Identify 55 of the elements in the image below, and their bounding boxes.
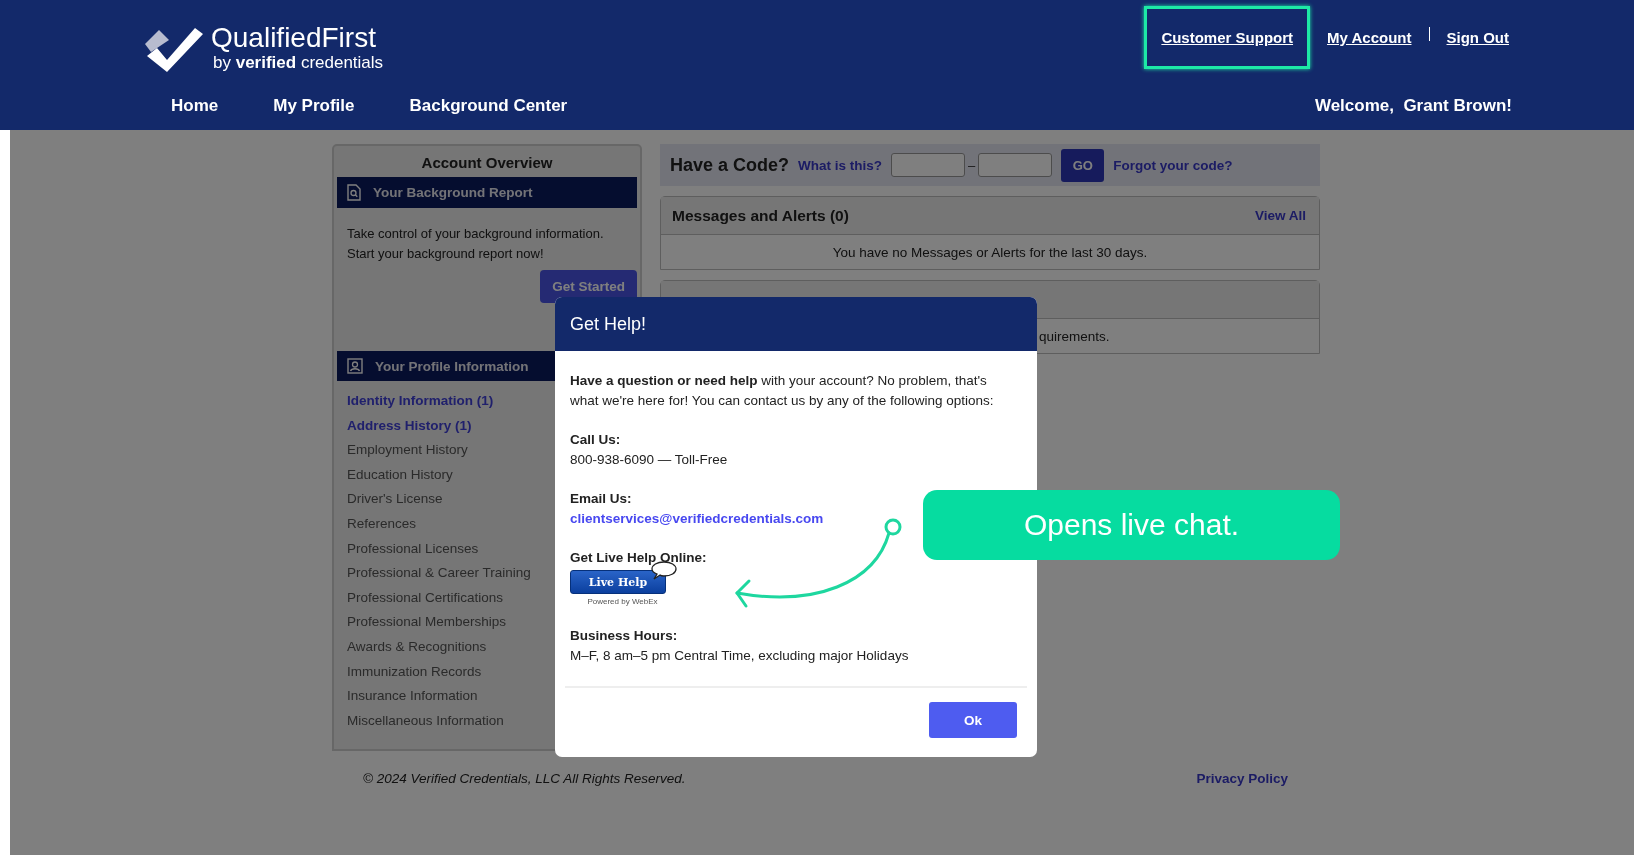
logo-tagline: by verified credentials xyxy=(213,53,384,73)
section-label: Business Hours: xyxy=(570,627,679,645)
code-field[interactable] xyxy=(891,153,966,177)
document-search-icon xyxy=(347,184,361,201)
welcome-text: Welcome, Grant Brown! xyxy=(1314,96,1512,116)
section-label: Email Us: xyxy=(570,490,633,508)
panel-title: Account Overview xyxy=(420,153,554,173)
profile-link[interactable]: Driver's License xyxy=(347,491,443,507)
email-link[interactable]: clientservices@verifiedcredentials.com xyxy=(570,511,824,526)
profile-link[interactable]: Employment History xyxy=(347,442,468,458)
profile-link[interactable]: Professional Certifications xyxy=(347,589,504,605)
profile-link[interactable]: Miscellaneous Information xyxy=(347,712,504,728)
section-title: Your Profile Information xyxy=(375,358,529,374)
powered-by-text: Powered by WebEx xyxy=(586,596,659,607)
card-text: You have no Messages or Alerts for the last 30 days. xyxy=(831,243,1149,262)
live-help-button[interactable]: Live Help xyxy=(570,570,666,594)
help-link[interactable]: What is this? xyxy=(798,157,883,173)
go-button[interactable]: GO xyxy=(1061,148,1105,182)
customer-support-link[interactable]: Customer Support xyxy=(1144,6,1311,69)
forgot-code-link[interactable]: Forgot your code? xyxy=(1113,157,1233,173)
copyright-text: © 2024 Verified Credentials, LLC All Rights Reserved. xyxy=(363,771,686,787)
profile-link[interactable]: Immunization Records xyxy=(347,663,482,679)
card-text: quirements. xyxy=(1039,328,1110,344)
view-all-link[interactable]: View All xyxy=(1254,208,1306,223)
section-title: Your Background Report xyxy=(373,185,533,200)
ok-button[interactable]: Ok xyxy=(929,702,1017,738)
intro-text: Have a question or need help with your account? No problem, that's what we're here for! You can contact us by any of the following options: xyxy=(570,372,995,410)
profile-link[interactable]: Education History xyxy=(347,466,453,482)
profile-link[interactable]: Professional Memberships xyxy=(347,614,507,630)
code-title: Have a Code? xyxy=(670,154,790,176)
dialog-title: Get Help! xyxy=(570,313,647,335)
profile-link[interactable]: Awards & Recognitions xyxy=(347,638,487,654)
section-label: Call Us: xyxy=(570,431,622,449)
profile-link[interactable]: Insurance Information xyxy=(347,688,478,704)
profile-link[interactable]: Address History (1) xyxy=(347,417,472,433)
section-text: M–F, 8 am–5 pm Central Time, excluding major Holidays xyxy=(570,647,910,665)
profile-link[interactable]: References xyxy=(347,515,417,531)
report-text: Take control of your background information. Start your background report now! xyxy=(347,225,605,263)
logo-name: QualifiedFirst xyxy=(211,23,377,53)
section-text: 800-938-6090 — Toll-Free xyxy=(570,451,729,469)
nav-link[interactable]: Background Center xyxy=(409,96,568,116)
nav-link[interactable]: My Profile xyxy=(273,96,355,116)
nav-link[interactable]: Home xyxy=(171,96,219,116)
profile-link[interactable]: Professional & Career Training xyxy=(347,565,531,581)
profile-link[interactable]: Identity Information (1) xyxy=(347,393,494,408)
profile-card-icon xyxy=(347,358,363,374)
section-label: Get Live Help Online: xyxy=(570,549,708,567)
header-link[interactable]: My Account xyxy=(1324,6,1415,69)
separator-text: – xyxy=(968,157,976,173)
code-field[interactable] xyxy=(978,153,1053,177)
header-link[interactable]: Sign Out xyxy=(1443,6,1512,69)
card-title: Messages and Alerts (0) xyxy=(672,206,849,225)
profile-link[interactable]: Professional Licenses xyxy=(347,540,479,556)
privacy-link[interactable]: Privacy Policy xyxy=(1196,771,1288,787)
callout-text: Opens live chat. xyxy=(1023,508,1240,542)
